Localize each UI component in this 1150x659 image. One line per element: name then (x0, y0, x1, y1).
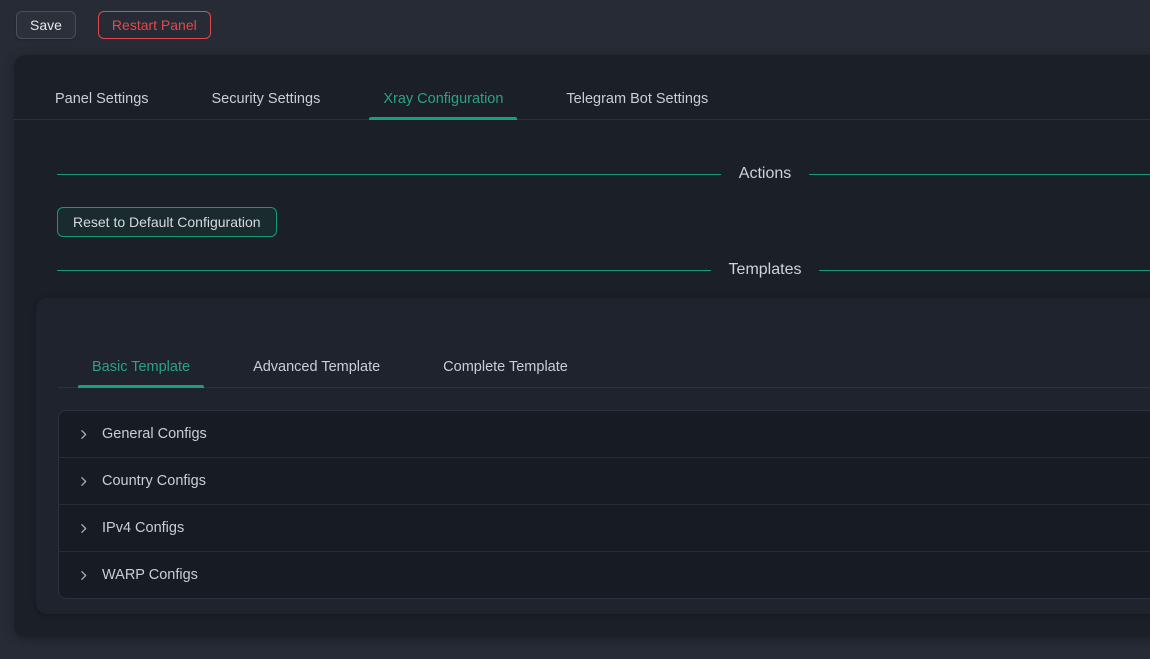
save-button[interactable]: Save (16, 11, 76, 39)
collapse-item-warp-configs[interactable]: WARP Configs (59, 552, 1150, 598)
template-tabs: Basic Template Advanced Template Complet… (58, 298, 1150, 388)
settings-card: Panel Settings Security Settings Xray Co… (14, 55, 1150, 637)
chevron-right-icon (76, 474, 90, 488)
divider-line (819, 270, 1150, 271)
actions-divider: Actions (57, 163, 1150, 185)
reset-default-config-button[interactable]: Reset to Default Configuration (57, 207, 277, 237)
tab-panel-settings[interactable]: Panel Settings (41, 78, 163, 119)
chevron-right-icon (76, 427, 90, 441)
tab-advanced-template[interactable]: Advanced Template (239, 347, 394, 387)
collapse-item-label: WARP Configs (102, 567, 198, 583)
tab-basic-template[interactable]: Basic Template (78, 347, 204, 387)
collapse-item-ipv4-configs[interactable]: IPv4 Configs (59, 505, 1150, 552)
tab-telegram-bot-settings[interactable]: Telegram Bot Settings (552, 78, 722, 119)
templates-divider: Templates (57, 259, 1150, 281)
collapse-item-label: IPv4 Configs (102, 520, 184, 536)
divider-line (809, 174, 1150, 175)
collapse-item-general-configs[interactable]: General Configs (59, 411, 1150, 458)
divider-line (57, 270, 711, 271)
topbar: Save Restart Panel (0, 0, 1150, 50)
restart-panel-button[interactable]: Restart Panel (98, 11, 211, 39)
template-config-collapse: General Configs Country Configs IPv4 Con… (58, 410, 1150, 599)
collapse-item-label: General Configs (102, 426, 207, 442)
templates-card: Basic Template Advanced Template Complet… (36, 298, 1150, 614)
collapse-item-label: Country Configs (102, 473, 206, 489)
tab-complete-template[interactable]: Complete Template (429, 347, 582, 387)
chevron-right-icon (76, 521, 90, 535)
divider-line (57, 174, 721, 175)
templates-divider-label: Templates (711, 261, 820, 279)
actions-divider-label: Actions (721, 165, 809, 183)
tab-security-settings[interactable]: Security Settings (198, 78, 335, 119)
settings-tabs: Panel Settings Security Settings Xray Co… (14, 78, 1150, 120)
collapse-item-country-configs[interactable]: Country Configs (59, 458, 1150, 505)
chevron-right-icon (76, 568, 90, 582)
tab-xray-configuration[interactable]: Xray Configuration (369, 78, 517, 119)
